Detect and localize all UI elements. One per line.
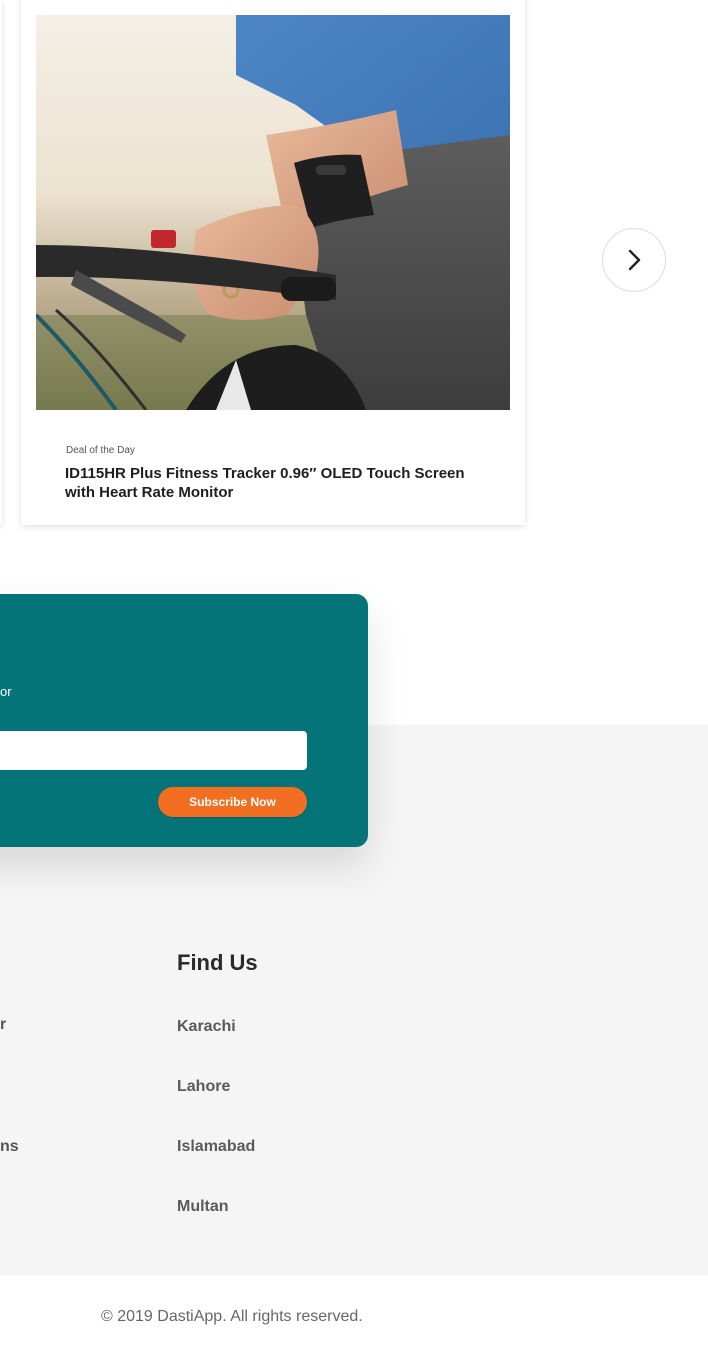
previous-card-edge: [0, 0, 2, 525]
footer-link-fragment[interactable]: ns: [0, 1138, 19, 1156]
newsletter-text: or: [0, 684, 12, 699]
city-link-karachi[interactable]: Karachi: [177, 1018, 236, 1036]
subscribe-button[interactable]: Subscribe Now: [158, 787, 307, 817]
product-image[interactable]: [36, 15, 510, 410]
newsletter-email-input[interactable]: [0, 731, 307, 770]
city-link-multan[interactable]: Multan: [177, 1198, 229, 1216]
carousel-next-button[interactable]: [602, 228, 666, 292]
product-photo: [36, 15, 510, 410]
footer-link-fragment[interactable]: r: [0, 1016, 6, 1034]
product-title[interactable]: ID115HR Plus Fitness Tracker 0.96″ OLED …: [65, 464, 485, 502]
find-us-heading: Find Us: [177, 950, 258, 975]
copyright-text: © 2019 DastiApp. All rights reserved.: [101, 1308, 363, 1325]
newsletter-panel: or Subscribe Now: [0, 594, 368, 847]
deal-label: Deal of the Day: [66, 445, 135, 456]
product-card[interactable]: Deal of the Day ID115HR Plus Fitness Tra…: [21, 0, 525, 525]
city-link-islamabad[interactable]: Islamabad: [177, 1138, 255, 1156]
city-link-lahore[interactable]: Lahore: [177, 1078, 230, 1096]
chevron-right-icon: [628, 249, 641, 271]
